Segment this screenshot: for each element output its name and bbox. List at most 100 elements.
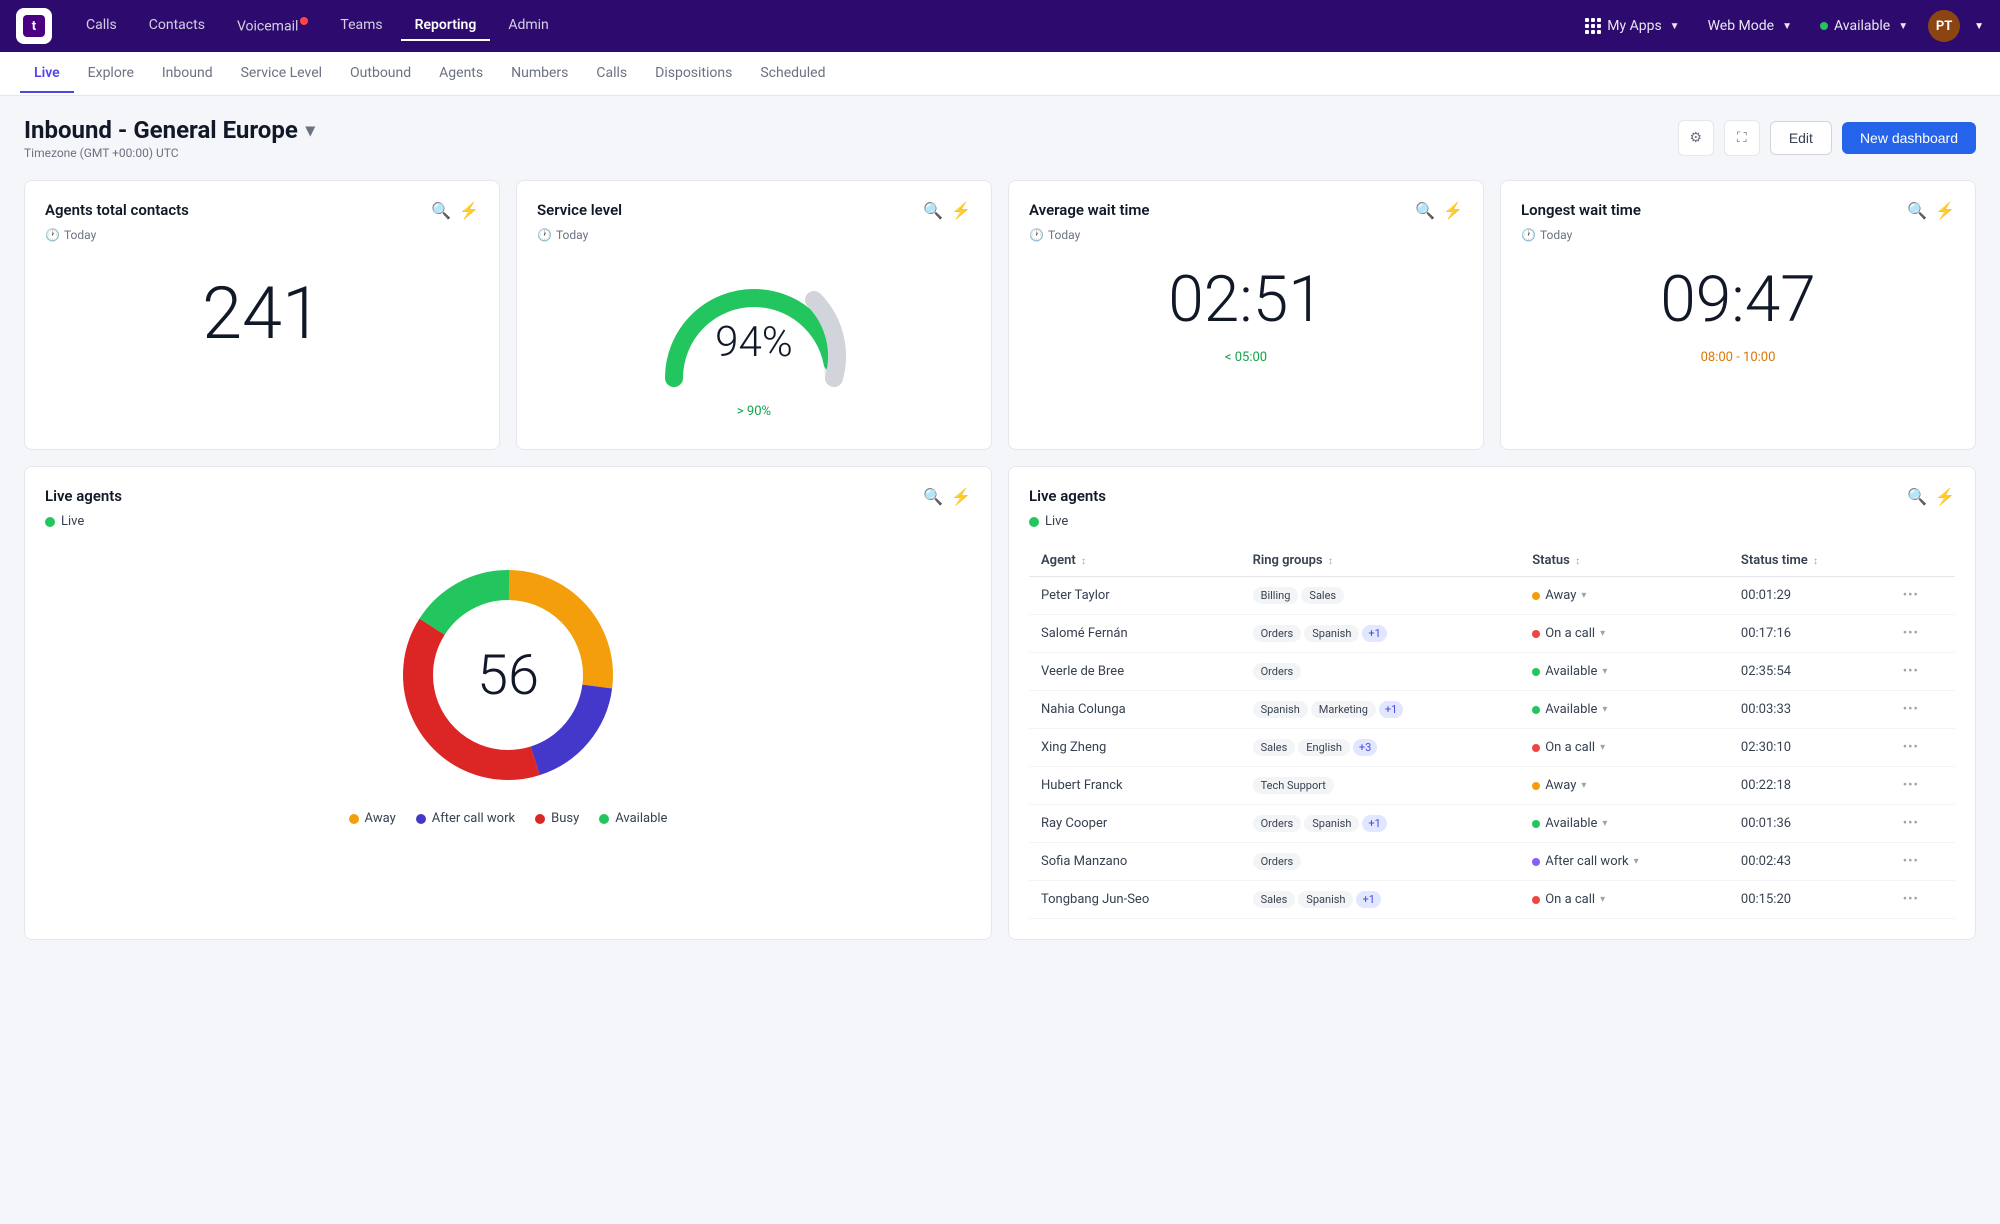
subnav-calls[interactable]: Calls [582,55,641,93]
ring-group-tag: Billing [1253,587,1299,604]
user-avatar[interactable]: PT [1928,10,1960,42]
agent-status[interactable]: On a call ▾ [1520,729,1729,767]
row-actions[interactable]: ••• [1891,653,1955,691]
status-time: 02:35:54 [1729,653,1891,691]
ring-group-tag: Sales [1253,891,1296,908]
legend-away-dot [349,814,359,824]
status-button[interactable]: Available ▼ [1812,14,1916,38]
web-mode-button[interactable]: Web Mode ▼ [1700,14,1800,38]
subnav-inbound[interactable]: Inbound [148,55,227,93]
longest-wait-card: Longest wait time 🔍 ⚡ 🕐 Today 09:47 08:0… [1500,180,1976,450]
table-filter-icon[interactable]: ⚡ [1935,487,1955,506]
status-text: After call work [1545,854,1628,869]
nav-reporting[interactable]: Reporting [401,11,491,41]
donut-center-value: 56 [477,642,539,708]
row-actions[interactable]: ••• [1891,881,1955,919]
nav-calls[interactable]: Calls [72,11,131,41]
agent-status[interactable]: On a call ▾ [1520,615,1729,653]
subnav-live[interactable]: Live [20,55,74,93]
legend-after-call: After call work [416,811,515,826]
subnav-explore[interactable]: Explore [74,55,148,93]
dashboard-actions: ⚙ ⛶ Edit New dashboard [1678,120,1976,156]
agent-status[interactable]: Available ▾ [1520,805,1729,843]
nav-teams[interactable]: Teams [326,11,396,41]
table-search-icon[interactable]: 🔍 [1907,487,1927,506]
row-actions[interactable]: ••• [1891,729,1955,767]
status-time: 00:17:16 [1729,615,1891,653]
col-status-time: Status time ↕ [1729,545,1891,577]
status-indicator [1532,706,1540,714]
new-dashboard-button[interactable]: New dashboard [1842,122,1976,154]
settings-button[interactable]: ⚙ [1678,120,1714,156]
nav-contacts[interactable]: Contacts [135,11,219,41]
my-apps-button[interactable]: My Apps ▼ [1577,14,1687,38]
subnav-service-level[interactable]: Service Level [227,55,336,93]
row-actions[interactable]: ••• [1891,843,1955,881]
fullscreen-button[interactable]: ⛶ [1724,120,1760,156]
longest-wait-note: 08:00 - 10:00 [1521,350,1955,365]
agents-total-search-icon[interactable]: 🔍 [431,201,451,220]
agent-status[interactable]: After call work ▾ [1520,843,1729,881]
edit-button[interactable]: Edit [1770,121,1832,155]
service-level-icons: 🔍 ⚡ [923,201,971,220]
status-chevron[interactable]: ▾ [1600,742,1605,753]
longest-wait-subtitle: 🕐 Today [1521,228,1955,242]
row-actions[interactable]: ••• [1891,615,1955,653]
agent-status[interactable]: Available ▾ [1520,691,1729,729]
longest-wait-filter-icon[interactable]: ⚡ [1935,201,1955,220]
avg-wait-search-icon[interactable]: 🔍 [1415,201,1435,220]
agents-total-filter-icon[interactable]: ⚡ [459,201,479,220]
agent-status[interactable]: Away ▾ [1520,767,1729,805]
donut-search-icon[interactable]: 🔍 [923,487,943,506]
status-time: 00:15:20 [1729,881,1891,919]
agent-status[interactable]: On a call ▾ [1520,881,1729,919]
status-chevron[interactable]: ▾ [1602,818,1607,829]
status-chevron[interactable]: ▾ [1581,590,1586,601]
subnav-outbound[interactable]: Outbound [336,55,425,93]
status-chevron[interactable]: ▾ [1634,856,1639,867]
table-scroll-area[interactable]: Agent ↕ Ring groups ↕ Status ↕ Status ti… [1029,545,1955,919]
row-actions[interactable]: ••• [1891,577,1955,615]
status-chevron[interactable]: ▾ [1600,894,1605,905]
app-logo[interactable]: t [16,8,52,44]
status-chevron[interactable]: ▾ [1600,628,1605,639]
donut-wrapper: 56 [388,555,628,795]
status-chevron[interactable]: ▾ [1602,666,1607,677]
ring-group-tag: Spanish [1298,891,1353,908]
status-chevron[interactable]: ▾ [1581,780,1586,791]
subnav-agents[interactable]: Agents [425,55,497,93]
subnav-numbers[interactable]: Numbers [497,55,582,93]
nav-admin[interactable]: Admin [494,11,562,41]
row-actions[interactable]: ••• [1891,691,1955,729]
status-indicator [1532,630,1540,638]
service-level-filter-icon[interactable]: ⚡ [951,201,971,220]
status-badge: Available ▾ [1532,664,1717,679]
dashboard-title-chevron[interactable]: ▾ [306,120,315,141]
main-content: Inbound - General Europe ▾ Timezone (GMT… [0,96,2000,960]
avg-wait-filter-icon[interactable]: ⚡ [1443,201,1463,220]
agents-total-card: Agents total contacts 🔍 ⚡ 🕐 Today 241 [24,180,500,450]
status-time: 00:22:18 [1729,767,1891,805]
legend-after-call-dot [416,814,426,824]
longest-wait-title: Longest wait time [1521,201,1641,219]
my-apps-chevron: ▼ [1670,21,1680,32]
donut-filter-icon[interactable]: ⚡ [951,487,971,506]
row-actions[interactable]: ••• [1891,805,1955,843]
agent-status[interactable]: Available ▾ [1520,653,1729,691]
service-level-card: Service level 🔍 ⚡ 🕐 Today [516,180,992,450]
agent-status[interactable]: Away ▾ [1520,577,1729,615]
subnav-scheduled[interactable]: Scheduled [746,55,839,93]
table-row: Peter TaylorBillingSales Away ▾ 00:01:29… [1029,577,1955,615]
avatar-chevron[interactable]: ▼ [1974,21,1984,32]
ring-group-extra: +1 [1356,891,1380,908]
dashboard-title-row: Inbound - General Europe ▾ [24,116,315,144]
agent-name: Veerle de Bree [1029,653,1241,691]
subnav-dispositions[interactable]: Dispositions [641,55,746,93]
ring-groups: SalesEnglish+3 [1241,729,1521,767]
service-level-search-icon[interactable]: 🔍 [923,201,943,220]
dashboard-header: Inbound - General Europe ▾ Timezone (GMT… [24,116,1976,160]
status-chevron[interactable]: ▾ [1602,704,1607,715]
row-actions[interactable]: ••• [1891,767,1955,805]
longest-wait-search-icon[interactable]: 🔍 [1907,201,1927,220]
nav-voicemail[interactable]: Voicemail [223,11,322,41]
